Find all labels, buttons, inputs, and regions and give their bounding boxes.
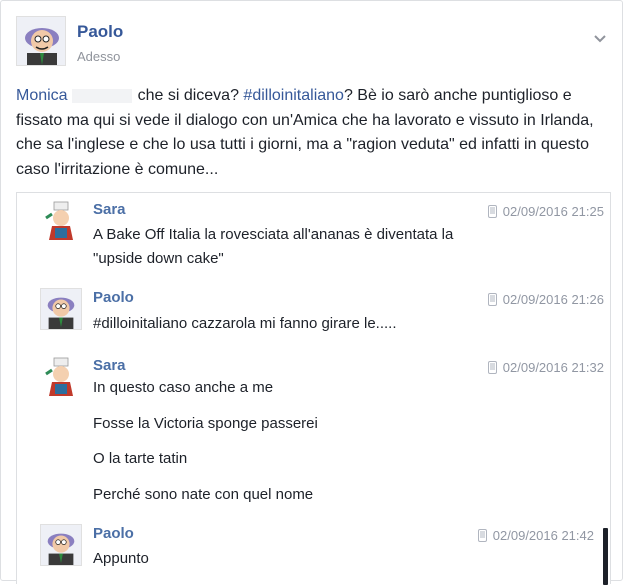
mobile-phone-icon <box>487 361 497 374</box>
paolo-cartoon-avatar <box>40 524 82 566</box>
message-item: Paolo 02/09/2016 21:42 Appunto <box>17 517 610 585</box>
message-line: A Bake Off Italia la rovesciata all'anan… <box>93 226 454 243</box>
mention-link[interactable]: Monica <box>16 87 68 104</box>
mobile-phone-icon <box>477 529 487 542</box>
message-item: Paolo 02/09/2016 21:26 #dilloinitaliano … <box>17 281 610 349</box>
message-meta: 02/09/2016 21:25 <box>487 204 604 219</box>
author-avatar[interactable] <box>16 16 66 66</box>
sara-cartoon-avatar <box>40 200 82 242</box>
post-body: Monica che si diceva? #dilloinitaliano? B… <box>16 84 611 182</box>
message-line: In questo caso anche a me <box>93 379 274 396</box>
redacted-name <box>71 88 132 103</box>
message-line: "upside down cake" <box>93 250 224 267</box>
message-datetime: 02/09/2016 21:42 <box>492 528 594 543</box>
message-sender[interactable]: Paolo <box>93 525 134 542</box>
message-sender[interactable]: Paolo <box>93 289 134 306</box>
message-line: Appunto <box>93 550 149 567</box>
post-header: Paolo Adesso <box>16 16 622 68</box>
paolo-cartoon-avatar <box>17 17 65 65</box>
shared-conversation: Sara 02/09/2016 21:25 A Bake Off Italia … <box>16 192 611 585</box>
message-line: O la tarte tatin <box>93 450 188 467</box>
message-line: Fosse la Victoria sponge passerei <box>93 415 318 432</box>
scrollbar[interactable] <box>603 528 608 585</box>
sara-cartoon-avatar <box>40 356 82 398</box>
message-meta: 02/09/2016 21:26 <box>487 292 604 307</box>
message-line: Perché sono nate con quel nome <box>93 486 314 503</box>
chevron-down-icon[interactable] <box>592 30 608 46</box>
author-name[interactable]: Paolo <box>77 22 123 42</box>
message-meta: 02/09/2016 21:42 <box>477 528 594 543</box>
message-datetime: 02/09/2016 21:26 <box>502 292 604 307</box>
mobile-phone-icon <box>487 205 497 218</box>
mobile-phone-icon <box>487 293 497 306</box>
post-text-1: che si diceva? <box>137 87 239 104</box>
post-timestamp[interactable]: Adesso <box>77 49 120 64</box>
hashtag-link[interactable]: #dilloinitaliano <box>243 87 344 104</box>
message-meta: 02/09/2016 21:32 <box>487 360 604 375</box>
message-sender[interactable]: Sara <box>93 357 126 374</box>
paolo-cartoon-avatar <box>40 288 82 330</box>
post-card: Paolo Adesso Monica che si diceva? #dillo… <box>0 0 623 585</box>
message-item: Sara 02/09/2016 21:32 In questo caso anc… <box>17 349 610 517</box>
message-item: Sara 02/09/2016 21:25 A Bake Off Italia … <box>17 193 610 281</box>
message-datetime: 02/09/2016 21:32 <box>502 360 604 375</box>
message-datetime: 02/09/2016 21:25 <box>502 204 604 219</box>
message-sender[interactable]: Sara <box>93 201 126 218</box>
message-line: #dilloinitaliano cazzarola mi fanno gira… <box>93 315 397 332</box>
